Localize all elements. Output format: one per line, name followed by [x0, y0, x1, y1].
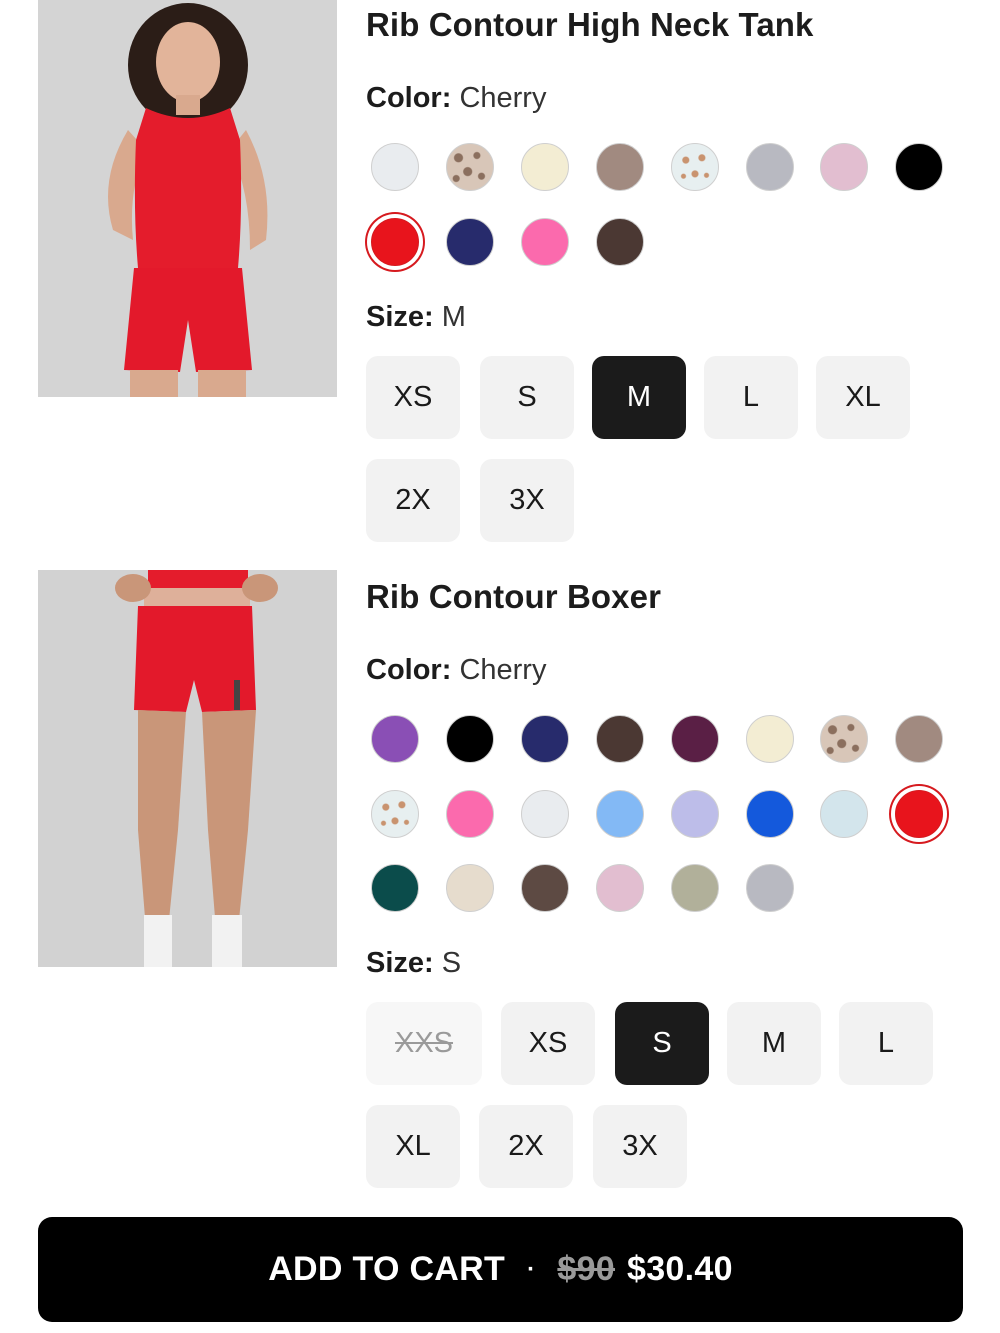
color-swatch-pink[interactable]	[820, 143, 869, 191]
size-button-m[interactable]: M	[592, 356, 686, 439]
color-swatch-navy[interactable]	[445, 217, 494, 266]
color-swatch-espresso[interactable]	[595, 715, 644, 763]
color-swatch-leopard[interactable]	[820, 715, 869, 763]
size-option-label: Size: M	[366, 301, 466, 333]
color-swatch-sage[interactable]	[670, 864, 719, 912]
color-option-label: Color: Cherry	[366, 82, 547, 114]
size-button-l[interactable]: L	[704, 356, 798, 439]
color-swatch-mocha[interactable]	[895, 715, 944, 763]
model-boxer-illustration	[38, 570, 337, 967]
size-button-s[interactable]: S	[615, 1002, 709, 1085]
color-swatch-mocha[interactable]	[595, 143, 644, 191]
color-swatch-sky-blue[interactable]	[595, 789, 644, 838]
color-swatch-brown[interactable]	[520, 864, 569, 912]
color-swatch-cherry[interactable]	[895, 789, 944, 838]
color-swatch-light-pink[interactable]	[595, 864, 644, 912]
size-button-3x[interactable]: 3X	[480, 459, 574, 542]
size-button-xl[interactable]: XL	[366, 1105, 460, 1188]
size-button-3x[interactable]: 3X	[593, 1105, 687, 1188]
color-label-value: Cherry	[459, 82, 547, 114]
size-button-xxs: XXS	[366, 1002, 482, 1085]
color-label-key: Color	[366, 654, 442, 686]
color-swatch-cream[interactable]	[745, 715, 794, 763]
color-swatch-teal[interactable]	[371, 864, 419, 912]
color-swatch-gray[interactable]	[745, 864, 794, 912]
color-swatch-white[interactable]	[371, 143, 419, 191]
color-swatch-purple[interactable]	[371, 715, 419, 763]
color-label-key: Color	[366, 82, 442, 114]
color-swatch-black[interactable]	[445, 715, 494, 763]
product-image-tank[interactable]	[38, 0, 337, 397]
size-label-key: Size	[366, 301, 425, 333]
color-swatch-cream[interactable]	[520, 143, 569, 191]
color-swatch-espresso[interactable]	[595, 217, 644, 266]
color-swatch-ice-blue[interactable]	[820, 789, 869, 838]
color-option-label: Color: Cherry	[366, 654, 547, 686]
product-image-boxer[interactable]	[38, 570, 337, 967]
size-option-label: Size: S	[366, 947, 462, 979]
price-separator: ·	[527, 1255, 536, 1283]
color-swatch-sand[interactable]	[445, 864, 494, 912]
color-swatch-plum[interactable]	[670, 715, 719, 763]
color-swatch-royal-blue[interactable]	[745, 789, 794, 838]
sale-price: $30.40	[627, 1250, 733, 1288]
add-to-cart-button[interactable]: ADD TO CART · $90 $30.40	[38, 1217, 963, 1322]
original-price: $90	[557, 1250, 616, 1288]
color-swatch-white[interactable]	[520, 789, 569, 838]
color-swatch-hearts[interactable]	[371, 789, 419, 838]
size-button-xl[interactable]: XL	[816, 356, 910, 439]
add-to-cart-label: ADD TO CART	[268, 1250, 506, 1288]
product-title: Rib Contour Boxer	[366, 578, 662, 615]
color-swatch-lavender[interactable]	[670, 789, 719, 838]
model-tank-illustration	[38, 0, 337, 397]
size-button-xs[interactable]: XS	[501, 1002, 595, 1085]
product-title: Rib Contour High Neck Tank	[366, 6, 814, 43]
size-button-xs[interactable]: XS	[366, 356, 460, 439]
color-swatch-gray[interactable]	[745, 143, 794, 191]
size-label-value: M	[441, 301, 466, 333]
size-button-2x[interactable]: 2X	[479, 1105, 573, 1188]
color-swatch-black[interactable]	[895, 143, 944, 191]
color-swatch-navy[interactable]	[520, 715, 569, 763]
size-button-s[interactable]: S	[480, 356, 574, 439]
color-label-value: Cherry	[459, 654, 547, 686]
size-button-l[interactable]: L	[839, 1002, 933, 1085]
color-swatch-hot-pink[interactable]	[520, 217, 569, 266]
color-swatch-hearts[interactable]	[670, 143, 719, 191]
size-button-2x[interactable]: 2X	[366, 459, 460, 542]
color-swatch-cherry[interactable]	[371, 217, 419, 266]
size-button-m[interactable]: M	[727, 1002, 821, 1085]
color-swatch-leopard[interactable]	[445, 143, 494, 191]
size-label-value: S	[441, 947, 462, 979]
size-label-key: Size	[366, 947, 425, 979]
color-swatch-hot-pink[interactable]	[445, 789, 494, 838]
